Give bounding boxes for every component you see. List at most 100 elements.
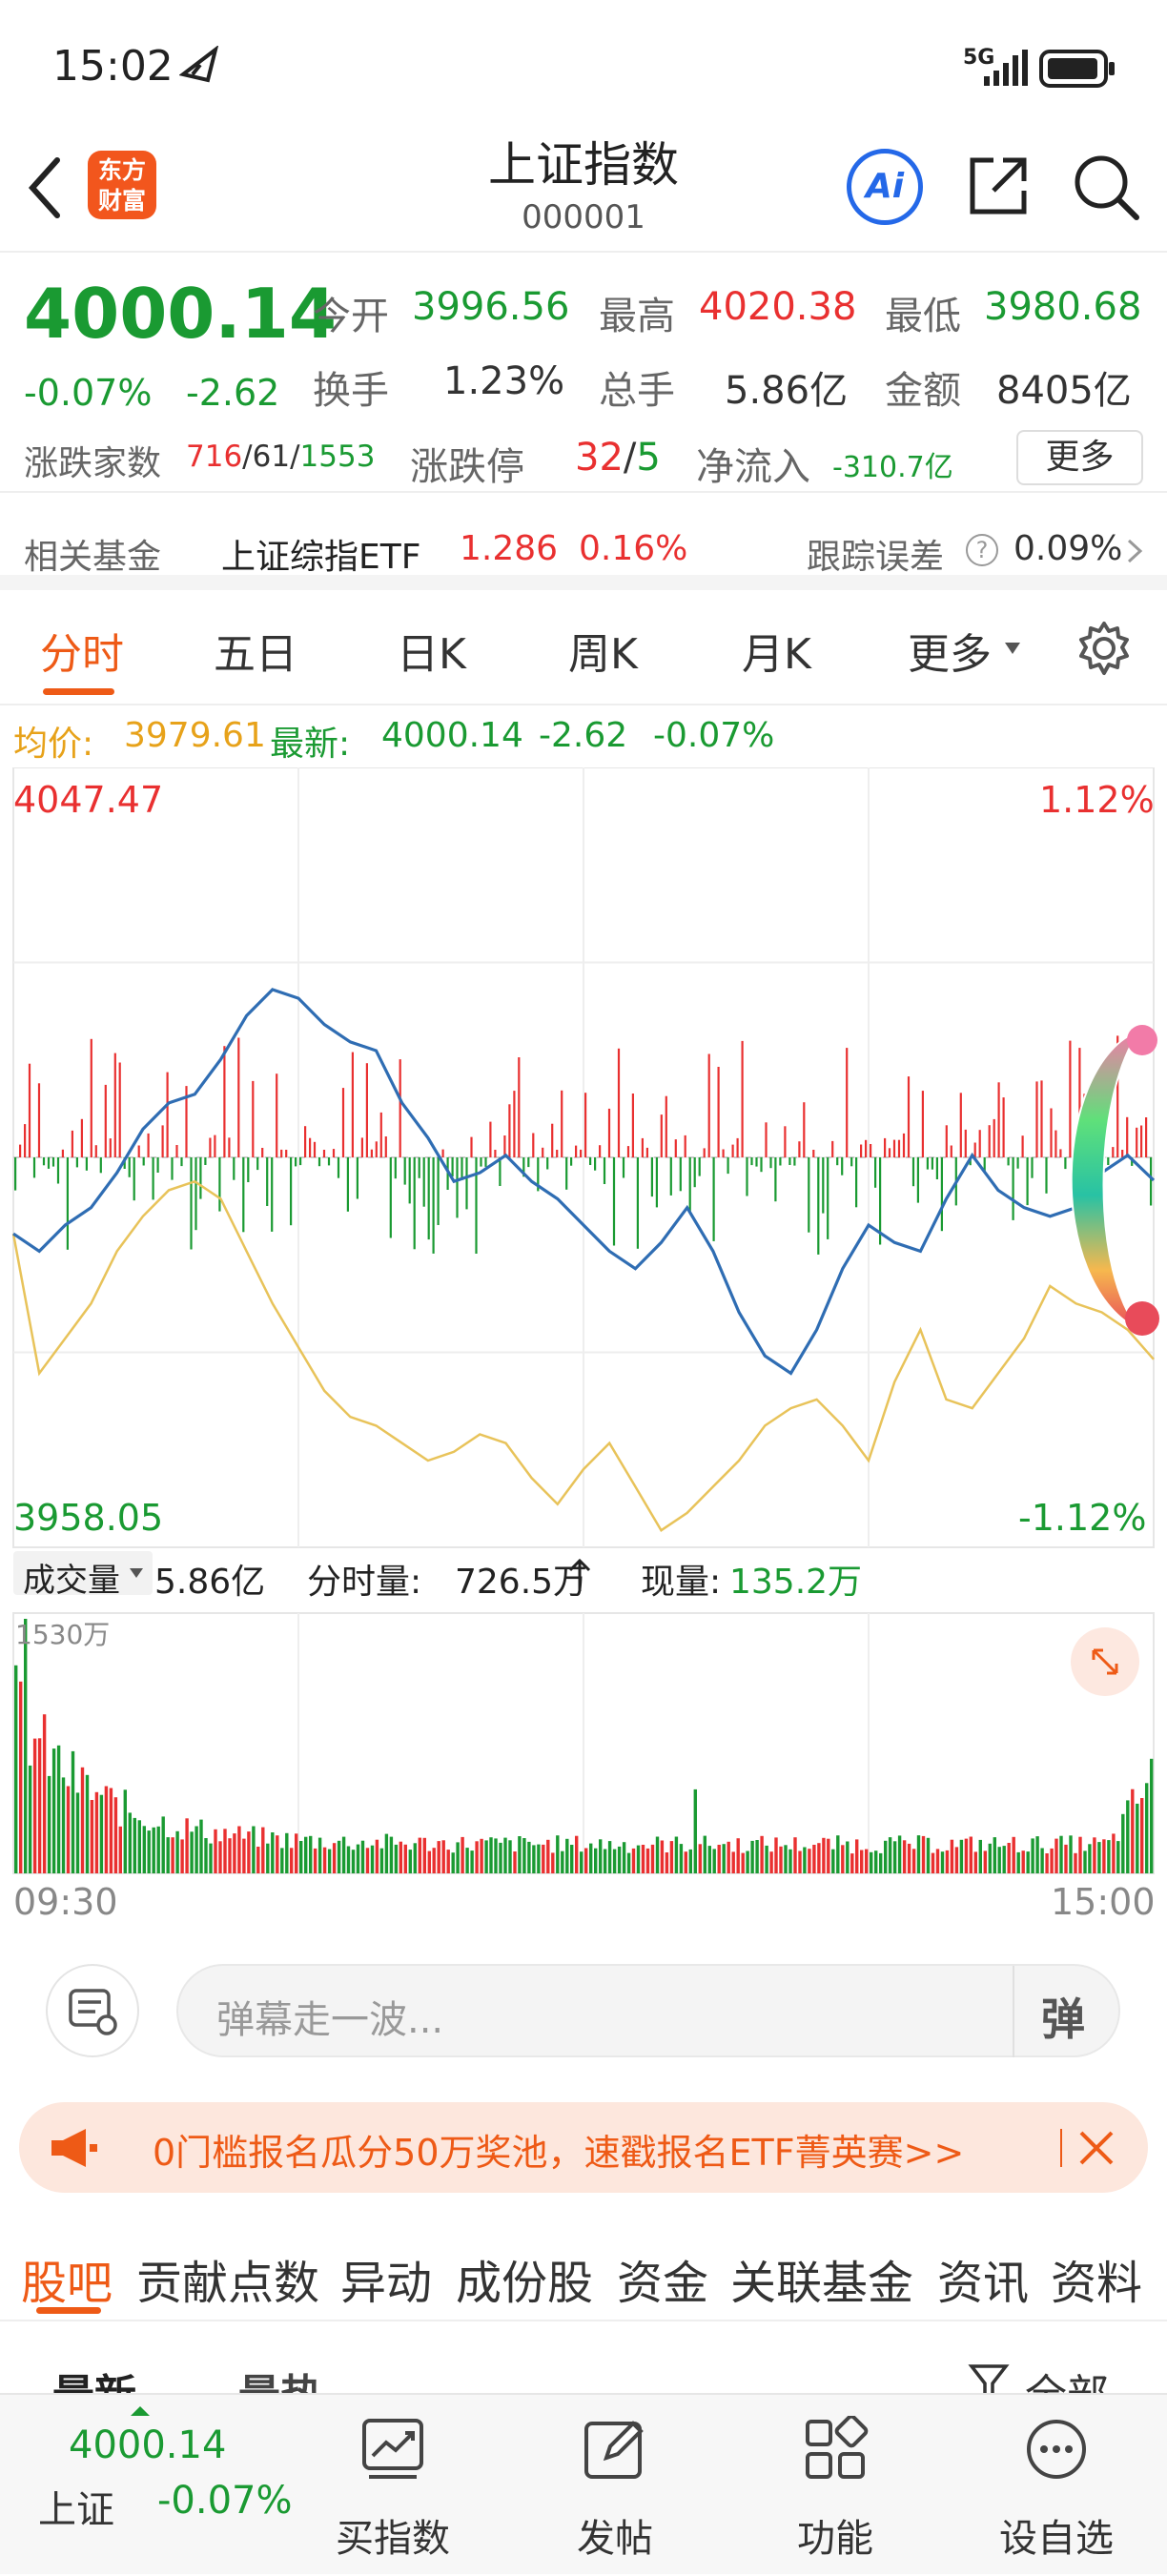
tab-related-funds[interactable]: 关联基金 bbox=[730, 2245, 913, 2312]
volume-bar bbox=[736, 1838, 740, 1873]
related-fund-row[interactable]: 相关基金 上证综指ETF 1.286 0.16% 跟踪误差 ? 0.09% bbox=[0, 495, 1167, 590]
flow-bar bbox=[432, 1157, 435, 1254]
flow-bar bbox=[322, 1150, 326, 1157]
flow-bar bbox=[365, 1063, 368, 1157]
volume-bar bbox=[71, 1750, 75, 1873]
volume-bar bbox=[166, 1837, 170, 1873]
flow-bar bbox=[427, 1157, 430, 1240]
app-logo[interactable]: 东方 财富 bbox=[88, 151, 156, 219]
volume-bar bbox=[389, 1836, 394, 1873]
volume-bar bbox=[892, 1841, 897, 1873]
flow-bar bbox=[280, 1149, 283, 1157]
filter-icon[interactable] bbox=[968, 2362, 1010, 2393]
tab-profile[interactable]: 资料 bbox=[1051, 2245, 1142, 2312]
tab-news[interactable]: 资讯 bbox=[937, 2245, 1029, 2312]
volume-bar bbox=[884, 1840, 888, 1873]
tab-more[interactable]: 更多 bbox=[908, 620, 992, 681]
flow-bar bbox=[489, 1121, 492, 1157]
flow-bar bbox=[1031, 1157, 1034, 1178]
volume-bar bbox=[1002, 1846, 1006, 1873]
close-icon[interactable] bbox=[1075, 2127, 1117, 2169]
tab-funds-flow[interactable]: 资金 bbox=[617, 2245, 708, 2312]
volume-bar bbox=[993, 1837, 996, 1873]
more-button[interactable]: 更多 bbox=[1016, 430, 1143, 485]
volume-bar bbox=[945, 1850, 950, 1873]
post-button[interactable]: 发帖 bbox=[520, 2395, 710, 2576]
volume-bar bbox=[964, 1838, 969, 1873]
flow-bar bbox=[437, 1157, 440, 1225]
danmu-send-button[interactable]: 弹 bbox=[1041, 1985, 1085, 2048]
tab-monthly-k[interactable]: 月K bbox=[742, 620, 811, 681]
help-icon[interactable]: ? bbox=[966, 534, 998, 566]
expand-button[interactable] bbox=[1071, 1627, 1139, 1696]
volume-bar bbox=[831, 1849, 835, 1873]
tab-contribution[interactable]: 贡献点数 bbox=[136, 2245, 319, 2312]
tab-daily-k[interactable]: 日K bbox=[397, 620, 466, 681]
volume-bar bbox=[584, 1848, 588, 1873]
tab-constituents[interactable]: 成份股 bbox=[456, 2245, 593, 2312]
filter-label[interactable]: 全部 bbox=[1025, 2361, 1109, 2393]
volume-bar bbox=[1107, 1840, 1111, 1873]
tab-guba[interactable]: 股吧 bbox=[21, 2245, 113, 2312]
flow-bar bbox=[808, 1157, 810, 1233]
danmu-settings-button[interactable] bbox=[46, 1964, 139, 2057]
volume-bar bbox=[551, 1852, 555, 1873]
volume-bar bbox=[1026, 1851, 1030, 1873]
flow-bar bbox=[841, 1157, 844, 1176]
promo-banner[interactable]: 0门槛报名瓜分50万奖池，速戳报名ETF菁英赛>> bbox=[19, 2102, 1148, 2193]
volume-selector[interactable]: 成交量 bbox=[13, 1551, 153, 1600]
bottom-quote[interactable]: 4000.14 上证 -0.07% bbox=[0, 2395, 305, 2576]
volume-bar bbox=[475, 1841, 479, 1873]
functions-button[interactable]: 功能 bbox=[740, 2395, 931, 2576]
volume-bar bbox=[295, 1833, 298, 1873]
chart-svg[interactable] bbox=[0, 767, 1167, 1902]
ai-button[interactable]: Ai bbox=[847, 149, 923, 225]
flow-bar bbox=[532, 1133, 535, 1157]
volume-bar bbox=[233, 1833, 236, 1873]
flow-bar bbox=[317, 1157, 321, 1167]
flow-bar bbox=[403, 1157, 406, 1185]
flow-bar bbox=[61, 1149, 64, 1157]
content-tabs: 股吧 贡献点数 异动 成份股 资金 关联基金 资讯 资料 bbox=[0, 2212, 1167, 2321]
flow-bar bbox=[788, 1157, 791, 1165]
current-volume-value: 135.2万 bbox=[729, 1563, 863, 1602]
functions-label: 功能 bbox=[797, 2517, 873, 2561]
tab-five-day[interactable]: 五日 bbox=[214, 620, 297, 681]
flow-bar bbox=[465, 1157, 468, 1210]
tab-intraday[interactable]: 分时 bbox=[40, 620, 124, 681]
flow-bar bbox=[736, 1137, 739, 1157]
chart-tabs: 分时 五日 日K 周K 月K 更多 bbox=[0, 591, 1167, 705]
low-label: 最低 bbox=[885, 295, 961, 338]
volume-bar bbox=[142, 1826, 146, 1873]
share-icon[interactable] bbox=[965, 151, 1034, 219]
search-icon[interactable] bbox=[1070, 151, 1142, 223]
volume-bar bbox=[969, 1836, 972, 1873]
intraday-chart[interactable]: 4047.47 1.12% 3958.05 -1.12% 成交量 5.86亿 分… bbox=[0, 767, 1167, 1923]
back-icon[interactable] bbox=[21, 154, 69, 221]
volume-bar bbox=[61, 1777, 66, 1873]
flow-bar bbox=[456, 1157, 459, 1218]
avg-label: 均价: bbox=[13, 725, 94, 764]
sort-hot[interactable]: 最热 bbox=[238, 2361, 322, 2393]
flow-bar bbox=[693, 1157, 696, 1188]
volume-bar bbox=[175, 1830, 179, 1873]
latest-value: 4000.14 bbox=[381, 716, 523, 755]
add-watchlist-button[interactable]: 设自选 bbox=[961, 2395, 1152, 2576]
buy-index-button[interactable]: 买指数 bbox=[297, 2395, 488, 2576]
volume-bar bbox=[931, 1852, 935, 1873]
turnover-value: 1.23% bbox=[443, 359, 565, 403]
flow-bar bbox=[389, 1157, 392, 1238]
active-content-tab-indicator bbox=[36, 2307, 101, 2314]
volume-bar bbox=[261, 1827, 265, 1873]
tab-weekly-k[interactable]: 周K bbox=[568, 620, 638, 681]
volume-bar bbox=[537, 1844, 541, 1873]
sort-latest[interactable]: 最新 bbox=[52, 2361, 136, 2393]
danmu-input[interactable]: 弹幕走一波... 弹 bbox=[176, 1964, 1120, 2057]
tab-movement[interactable]: 异动 bbox=[340, 2245, 432, 2312]
volume-bar bbox=[75, 1792, 80, 1873]
volume-bar bbox=[118, 1826, 122, 1873]
settings-icon[interactable] bbox=[1075, 620, 1133, 677]
signal-icon bbox=[984, 50, 1028, 86]
flow-bar bbox=[892, 1139, 896, 1157]
flow-bar bbox=[940, 1157, 943, 1232]
